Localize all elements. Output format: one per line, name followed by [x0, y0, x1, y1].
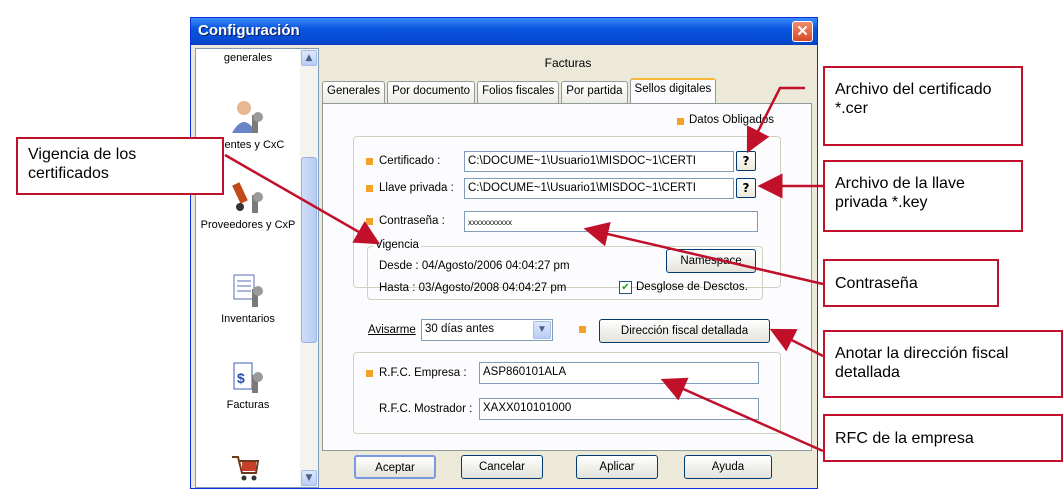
callout-direccion: Anotar la dirección fiscal detallada [823, 330, 1063, 398]
arrow-vigencia [224, 153, 381, 245]
callout-vigencia: Vigencia de los certificados [16, 137, 224, 195]
callout-certificado: Archivo del certificado *.cer [823, 66, 1023, 146]
callout-rfc: RFC de la empresa [823, 414, 1063, 462]
callout-llave: Archivo de la llave privada *.key [823, 160, 1023, 232]
callout-contrasena: Contraseña [823, 259, 999, 307]
arrow-pass [583, 221, 824, 286]
arrow-cer [746, 86, 805, 154]
arrow-dir [769, 328, 824, 358]
arrow-rfc [660, 377, 824, 453]
